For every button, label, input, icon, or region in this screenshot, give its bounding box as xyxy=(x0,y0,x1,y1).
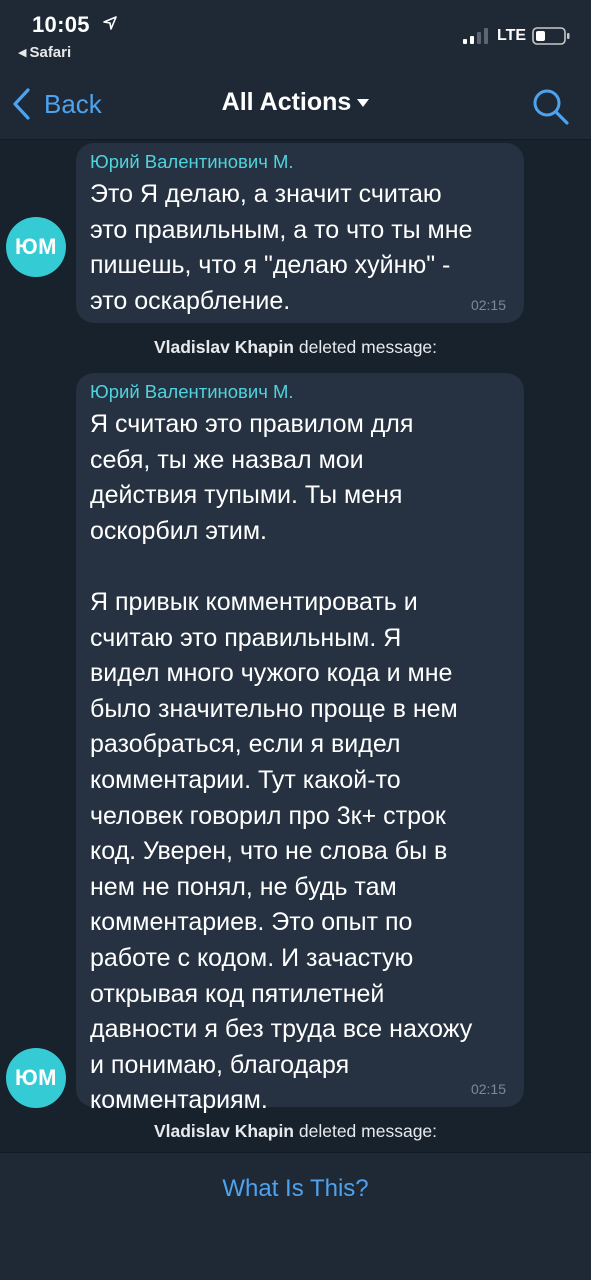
network-type: LTE xyxy=(497,27,527,44)
message-text: Я считаю это правилом для себя, ты же на… xyxy=(90,410,473,1115)
service-action: deleted message: xyxy=(298,1121,438,1141)
page-title: All Actions xyxy=(221,88,352,116)
message-time: 02:15 xyxy=(470,1081,506,1097)
caret-down-icon xyxy=(357,99,370,107)
back-triangle-icon: ◀ xyxy=(18,47,27,59)
bottom-bar: What Is This? xyxy=(0,1152,591,1280)
search-icon[interactable] xyxy=(530,86,570,126)
status-time: 10:05 xyxy=(32,12,90,37)
message-bubble: Юрий Валентинович М. Это Я делаю, а знач… xyxy=(76,143,524,323)
location-arrow-icon xyxy=(103,16,117,30)
back-to-app-link[interactable]: ◀ Safari xyxy=(18,44,71,61)
message-text: Это Я делаю, а значит считаю это правиль… xyxy=(90,180,473,315)
status-bar: 10:05 ◀ Safari LTE xyxy=(0,0,591,70)
what-is-this-link[interactable]: What Is This? xyxy=(0,1175,591,1203)
sender-name[interactable]: Юрий Валентинович М. xyxy=(90,151,508,173)
back-app-label: Safari xyxy=(29,44,72,61)
nav-bar: Back All Actions xyxy=(0,70,591,140)
page-title-dropdown[interactable]: All Actions xyxy=(0,88,591,117)
service-message: Vladislav Khapin deleted message: xyxy=(0,337,591,358)
battery-icon xyxy=(532,27,570,45)
message-item: ЮМ Юрий Валентинович М. Это Я делаю, а з… xyxy=(0,143,591,325)
service-action: deleted message: xyxy=(298,337,438,357)
avatar[interactable]: ЮМ xyxy=(6,1048,66,1108)
message-time: 02:15 xyxy=(470,297,506,313)
message-bubble: Юрий Валентинович М. Я считаю это правил… xyxy=(76,373,524,1114)
avatar[interactable]: ЮМ xyxy=(6,217,66,277)
actor-name[interactable]: Vladislav Khapin xyxy=(154,1121,294,1141)
actor-name[interactable]: Vladislav Khapin xyxy=(154,337,294,357)
signal-icon xyxy=(463,28,488,44)
service-message: Vladislav Khapin deleted message: xyxy=(0,1121,591,1142)
sender-name[interactable]: Юрий Валентинович М. xyxy=(90,381,508,403)
message-item: ЮМ Юрий Валентинович М. Я считаю это пра… xyxy=(0,373,591,1114)
